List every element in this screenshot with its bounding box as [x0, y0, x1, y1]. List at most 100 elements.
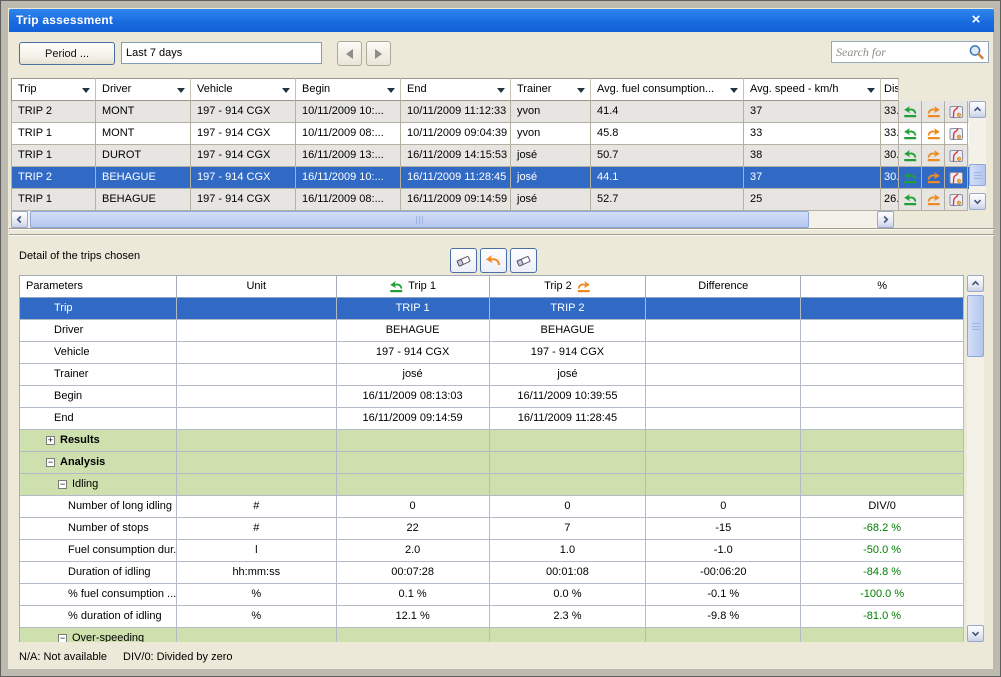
detail-difference-cell: 0 — [646, 496, 801, 518]
map-button[interactable] — [945, 101, 968, 123]
detail-param-label: Vehicle — [54, 342, 89, 363]
assign-trip2-button[interactable] — [922, 123, 945, 145]
trip-cell-end: 10/11/2009 09:04:39 — [401, 123, 511, 145]
detail-param-cell: Driver — [20, 320, 177, 342]
detail-trip2-cell — [490, 452, 647, 474]
detail-trip1-cell: 197 - 914 CGX — [337, 342, 490, 364]
filter-dropdown-icon[interactable] — [387, 88, 395, 93]
clear-trip1-button[interactable] — [450, 248, 477, 273]
scroll-left-button[interactable] — [11, 211, 28, 228]
scroll-down-button[interactable] — [967, 625, 984, 642]
trip-row[interactable]: TRIP 1MONT197 - 914 CGX10/11/2009 08:...… — [11, 123, 969, 145]
trip-row[interactable]: TRIP 1BEHAGUE197 - 914 CGX16/11/2009 08:… — [11, 189, 969, 211]
column-header-distance[interactable]: Dist — [881, 78, 899, 101]
detail-row[interactable]: −Idling — [20, 474, 964, 496]
trip-row[interactable]: TRIP 2MONT197 - 914 CGX10/11/2009 10:...… — [11, 101, 969, 123]
map-button[interactable] — [945, 189, 968, 211]
detail-param-cell: Duration of idling — [20, 562, 177, 584]
column-header-trainer[interactable]: Trainer — [511, 78, 591, 101]
scrollbar-track[interactable] — [969, 118, 986, 193]
assign-trip1-button[interactable] — [899, 167, 922, 189]
assign-trip2-icon — [926, 193, 941, 206]
detail-unit-cell — [177, 320, 337, 342]
clear-trip2-button[interactable] — [510, 248, 537, 273]
column-header-avg-speed[interactable]: Avg. speed - km/h — [744, 78, 881, 101]
previous-period-button[interactable] — [337, 41, 362, 66]
detail-row[interactable]: −Over-speeding — [20, 628, 964, 642]
scrollbar-thumb[interactable] — [969, 164, 986, 186]
trip-row[interactable]: TRIP 2BEHAGUE197 - 914 CGX16/11/2009 10:… — [11, 167, 969, 189]
detail-row[interactable]: Number of long idling ...#000DIV/0 — [20, 496, 964, 518]
filter-dropdown-icon[interactable] — [497, 88, 505, 93]
detail-row[interactable]: +Results — [20, 430, 964, 452]
filter-dropdown-icon[interactable] — [867, 88, 875, 93]
scrollbar-track[interactable] — [967, 292, 984, 625]
filter-dropdown-icon[interactable] — [282, 88, 290, 93]
detail-row[interactable]: −Analysis — [20, 452, 964, 474]
detail-row[interactable]: End16/11/2009 09:14:5916/11/2009 11:28:4… — [20, 408, 964, 430]
period-button[interactable]: Period ... — [19, 42, 115, 65]
detail-row[interactable]: % duration of idling%12.1 %2.3 %-9.8 %-8… — [20, 606, 964, 628]
assign-trip2-button[interactable] — [922, 145, 945, 167]
detail-row[interactable]: DriverBEHAGUEBEHAGUE — [20, 320, 964, 342]
scroll-up-button[interactable] — [967, 275, 984, 292]
detail-row[interactable]: % fuel consumption ...%0.1 %0.0 %-0.1 %-… — [20, 584, 964, 606]
column-header-vehicle[interactable]: Vehicle — [191, 78, 296, 101]
filter-dropdown-icon[interactable] — [82, 88, 90, 93]
trip-row[interactable]: TRIP 1DUROT197 - 914 CGX16/11/2009 13:..… — [11, 145, 969, 167]
column-header-begin[interactable]: Begin — [296, 78, 401, 101]
detail-row[interactable]: Begin16/11/2009 08:13:0316/11/2009 10:39… — [20, 386, 964, 408]
filter-dropdown-icon[interactable] — [577, 88, 585, 93]
assign-trip1-button[interactable] — [899, 123, 922, 145]
expand-collapse-icon[interactable]: − — [58, 480, 67, 489]
column-header-avg-fuel[interactable]: Avg. fuel consumption... — [591, 78, 744, 101]
scroll-right-button[interactable] — [877, 211, 894, 228]
map-button[interactable] — [945, 145, 968, 167]
scrollbar-thumb[interactable] — [30, 211, 809, 228]
next-period-button[interactable] — [366, 41, 391, 66]
trip-cell-vehicle: 197 - 914 CGX — [191, 145, 296, 167]
detail-difference-cell — [646, 408, 801, 430]
trip-cell-end: 10/11/2009 11:12:33 — [401, 101, 511, 123]
chevron-left-icon — [15, 215, 24, 224]
detail-unit-cell — [177, 430, 337, 452]
filter-dropdown-icon[interactable] — [177, 88, 185, 93]
detail-row[interactable]: Duration of idlinghh:mm:ss00:07:2800:01:… — [20, 562, 964, 584]
search-icon[interactable] — [968, 44, 985, 60]
expand-collapse-icon[interactable]: − — [46, 458, 55, 467]
assign-trip2-button[interactable] — [922, 167, 945, 189]
detail-trip2-cell — [490, 474, 647, 496]
assign-trip2-button[interactable] — [922, 189, 945, 211]
expand-collapse-icon[interactable]: − — [58, 634, 67, 642]
scrollbar-thumb[interactable] — [967, 295, 984, 357]
assign-trip1-button[interactable] — [899, 189, 922, 211]
chevron-right-icon — [881, 215, 890, 224]
detail-percent-cell: -84.8 % — [801, 562, 964, 584]
detail-row[interactable]: TripTRIP 1TRIP 2 — [20, 298, 964, 320]
filter-dropdown-icon[interactable] — [730, 88, 738, 93]
scroll-down-button[interactable] — [969, 193, 986, 210]
assign-trip1-button[interactable] — [899, 145, 922, 167]
map-button[interactable] — [945, 123, 968, 145]
undo-arrow-icon — [485, 254, 502, 267]
search-input[interactable] — [836, 43, 962, 61]
period-input[interactable] — [121, 42, 322, 64]
trip-cell-trip: TRIP 1 — [11, 123, 96, 145]
trips-table-body: TRIP 2MONT197 - 914 CGX10/11/2009 10:...… — [11, 101, 969, 211]
detail-row[interactable]: Vehicle197 - 914 CGX197 - 914 CGX — [20, 342, 964, 364]
map-button[interactable] — [945, 167, 968, 189]
detail-row[interactable]: Number of stops#227-15-68.2 % — [20, 518, 964, 540]
scroll-up-button[interactable] — [969, 101, 986, 118]
swap-trips-button[interactable] — [480, 248, 507, 273]
assign-trip2-button[interactable] — [922, 101, 945, 123]
detail-trip2-cell: 1.0 — [490, 540, 647, 562]
scrollbar-track[interactable] — [28, 211, 877, 228]
expand-collapse-icon[interactable]: + — [46, 436, 55, 445]
column-header-trip[interactable]: Trip — [11, 78, 96, 101]
close-button[interactable]: × — [966, 10, 986, 30]
column-header-end[interactable]: End — [401, 78, 511, 101]
detail-row[interactable]: Trainerjoséjosé — [20, 364, 964, 386]
detail-row[interactable]: Fuel consumption dur...l2.01.0-1.0-50.0 … — [20, 540, 964, 562]
column-header-driver[interactable]: Driver — [96, 78, 191, 101]
assign-trip1-button[interactable] — [899, 101, 922, 123]
